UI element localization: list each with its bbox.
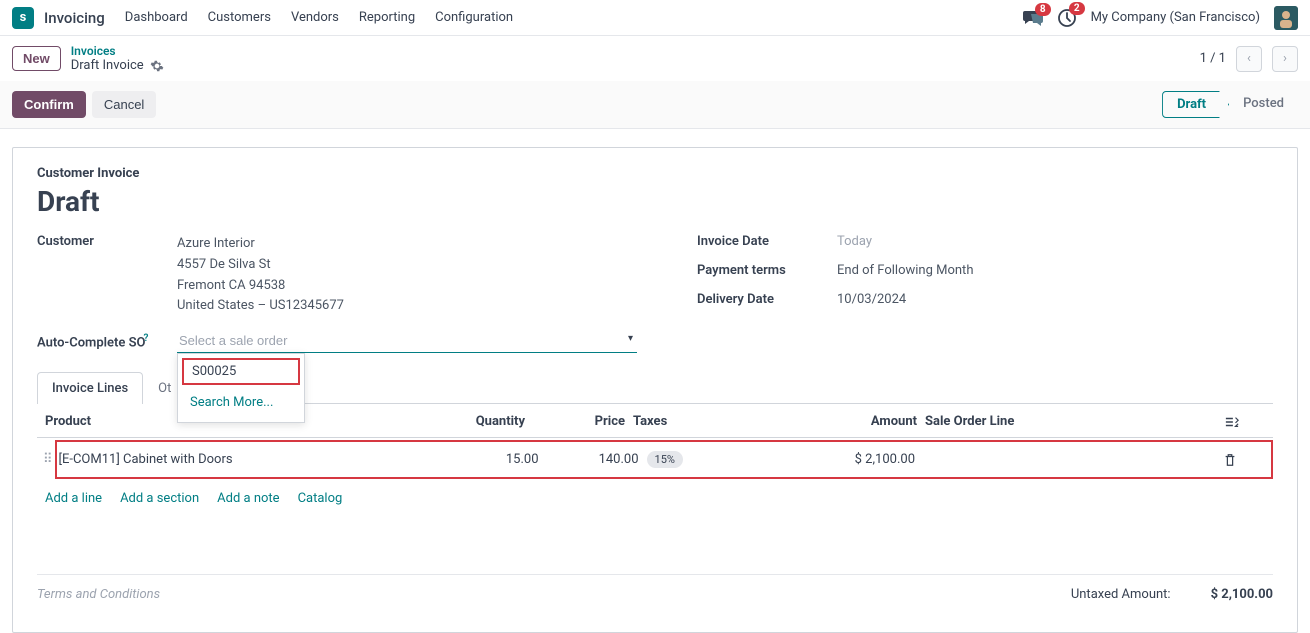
- catalog[interactable]: Catalog: [298, 491, 343, 506]
- app-logo[interactable]: s: [12, 7, 34, 29]
- status-draft[interactable]: Draft: [1162, 91, 1229, 118]
- col-quantity[interactable]: Quantity: [425, 414, 525, 429]
- line-actions: Add a line Add a section Add a note Cata…: [37, 479, 1273, 518]
- avatar[interactable]: [1274, 6, 1298, 30]
- cell-product[interactable]: [E-COM11] Cabinet with Doors: [59, 452, 439, 467]
- cell-price[interactable]: 140.00: [539, 452, 639, 467]
- col-amount[interactable]: Amount: [685, 414, 925, 429]
- menu-reporting[interactable]: Reporting: [359, 10, 415, 25]
- delivery-date-label: Delivery Date: [697, 292, 837, 307]
- tab-invoice-lines[interactable]: Invoice Lines: [37, 372, 143, 404]
- cell-amount[interactable]: $ 2,100.00: [699, 452, 923, 467]
- invoice-card: Customer Invoice Draft Customer Azure In…: [12, 147, 1298, 633]
- help-icon[interactable]: ?: [144, 333, 149, 344]
- breadcrumb-bar: New Invoices Draft Invoice 1 / 1 ‹ ›: [0, 36, 1310, 81]
- new-button[interactable]: New: [12, 46, 61, 71]
- dropdown-search-more[interactable]: Search More...: [178, 389, 304, 416]
- payment-terms-label: Payment terms: [697, 263, 837, 278]
- menu-configuration[interactable]: Configuration: [435, 10, 513, 25]
- auto-complete-input[interactable]: [177, 329, 637, 353]
- confirm-button[interactable]: Confirm: [12, 91, 86, 118]
- addr-line-3: United States – US12345677: [177, 296, 344, 317]
- customer-name[interactable]: Azure Interior: [177, 234, 344, 255]
- terms-placeholder[interactable]: Terms and Conditions: [37, 587, 160, 602]
- app-name[interactable]: Invoicing: [44, 9, 105, 27]
- gear-icon[interactable]: [150, 59, 164, 73]
- breadcrumb-link[interactable]: Invoices: [71, 44, 164, 58]
- status-tabs: Draft Posted: [1162, 91, 1298, 118]
- cancel-button[interactable]: Cancel: [92, 91, 156, 118]
- breadcrumb-current: Draft Invoice: [71, 58, 164, 73]
- status-posted[interactable]: Posted: [1229, 91, 1298, 118]
- chat-icon[interactable]: 8: [1023, 9, 1043, 27]
- pager-next[interactable]: ›: [1272, 46, 1298, 72]
- col-sale-order-line[interactable]: Sale Order Line: [925, 414, 1225, 429]
- delivery-date-value[interactable]: 10/03/2024: [837, 292, 906, 307]
- drag-handle-icon[interactable]: ⠿: [43, 452, 53, 467]
- customer-label: Customer: [37, 234, 177, 249]
- menu-customers[interactable]: Customers: [208, 10, 271, 25]
- menu-vendors[interactable]: Vendors: [291, 10, 339, 25]
- pager-text: 1 / 1: [1200, 51, 1226, 66]
- activity-icon[interactable]: 2: [1057, 8, 1077, 28]
- auto-complete-label: Auto-Complete SO?: [37, 333, 177, 350]
- delete-row-icon[interactable]: [1223, 453, 1263, 467]
- pager-prev[interactable]: ‹: [1236, 46, 1262, 72]
- company-selector[interactable]: My Company (San Francisco): [1091, 10, 1260, 25]
- cell-quantity[interactable]: 15.00: [439, 452, 539, 467]
- invoice-date-value[interactable]: Today: [837, 234, 872, 249]
- add-note[interactable]: Add a note: [217, 491, 279, 506]
- tax-badge[interactable]: 15%: [647, 451, 683, 468]
- optional-columns-icon[interactable]: [1225, 415, 1265, 429]
- table-row[interactable]: ⠿ [E-COM11] Cabinet with Doors 15.00 140…: [55, 440, 1273, 479]
- addr-line-2: Fremont CA 94538: [177, 276, 344, 297]
- col-price[interactable]: Price: [525, 414, 625, 429]
- chat-badge: 8: [1035, 3, 1051, 16]
- chevron-down-icon[interactable]: ▾: [628, 333, 633, 344]
- col-taxes[interactable]: Taxes: [625, 414, 685, 429]
- payment-terms-value[interactable]: End of Following Month: [837, 263, 973, 278]
- addr-line-1: 4557 De Silva St: [177, 255, 344, 276]
- add-section[interactable]: Add a section: [120, 491, 199, 506]
- cell-taxes[interactable]: 15%: [639, 452, 699, 467]
- menu-dashboard[interactable]: Dashboard: [125, 10, 188, 25]
- card-title: Customer Invoice: [37, 166, 1273, 181]
- topbar: s Invoicing Dashboard Customers Vendors …: [0, 0, 1310, 36]
- auto-complete-dropdown: S00025 Search More...: [177, 353, 305, 423]
- card-heading: Draft: [37, 185, 1273, 218]
- untaxed-label: Untaxed Amount:: [1071, 587, 1171, 602]
- invoice-date-label: Invoice Date: [697, 234, 837, 249]
- activity-badge: 2: [1069, 2, 1085, 15]
- add-line[interactable]: Add a line: [45, 491, 102, 506]
- dropdown-option-s00025[interactable]: S00025: [182, 358, 300, 385]
- action-bar: Confirm Cancel Draft Posted: [0, 81, 1310, 129]
- card-footer: Terms and Conditions Untaxed Amount: $ 2…: [37, 574, 1273, 614]
- untaxed-value: $ 2,100.00: [1211, 587, 1273, 602]
